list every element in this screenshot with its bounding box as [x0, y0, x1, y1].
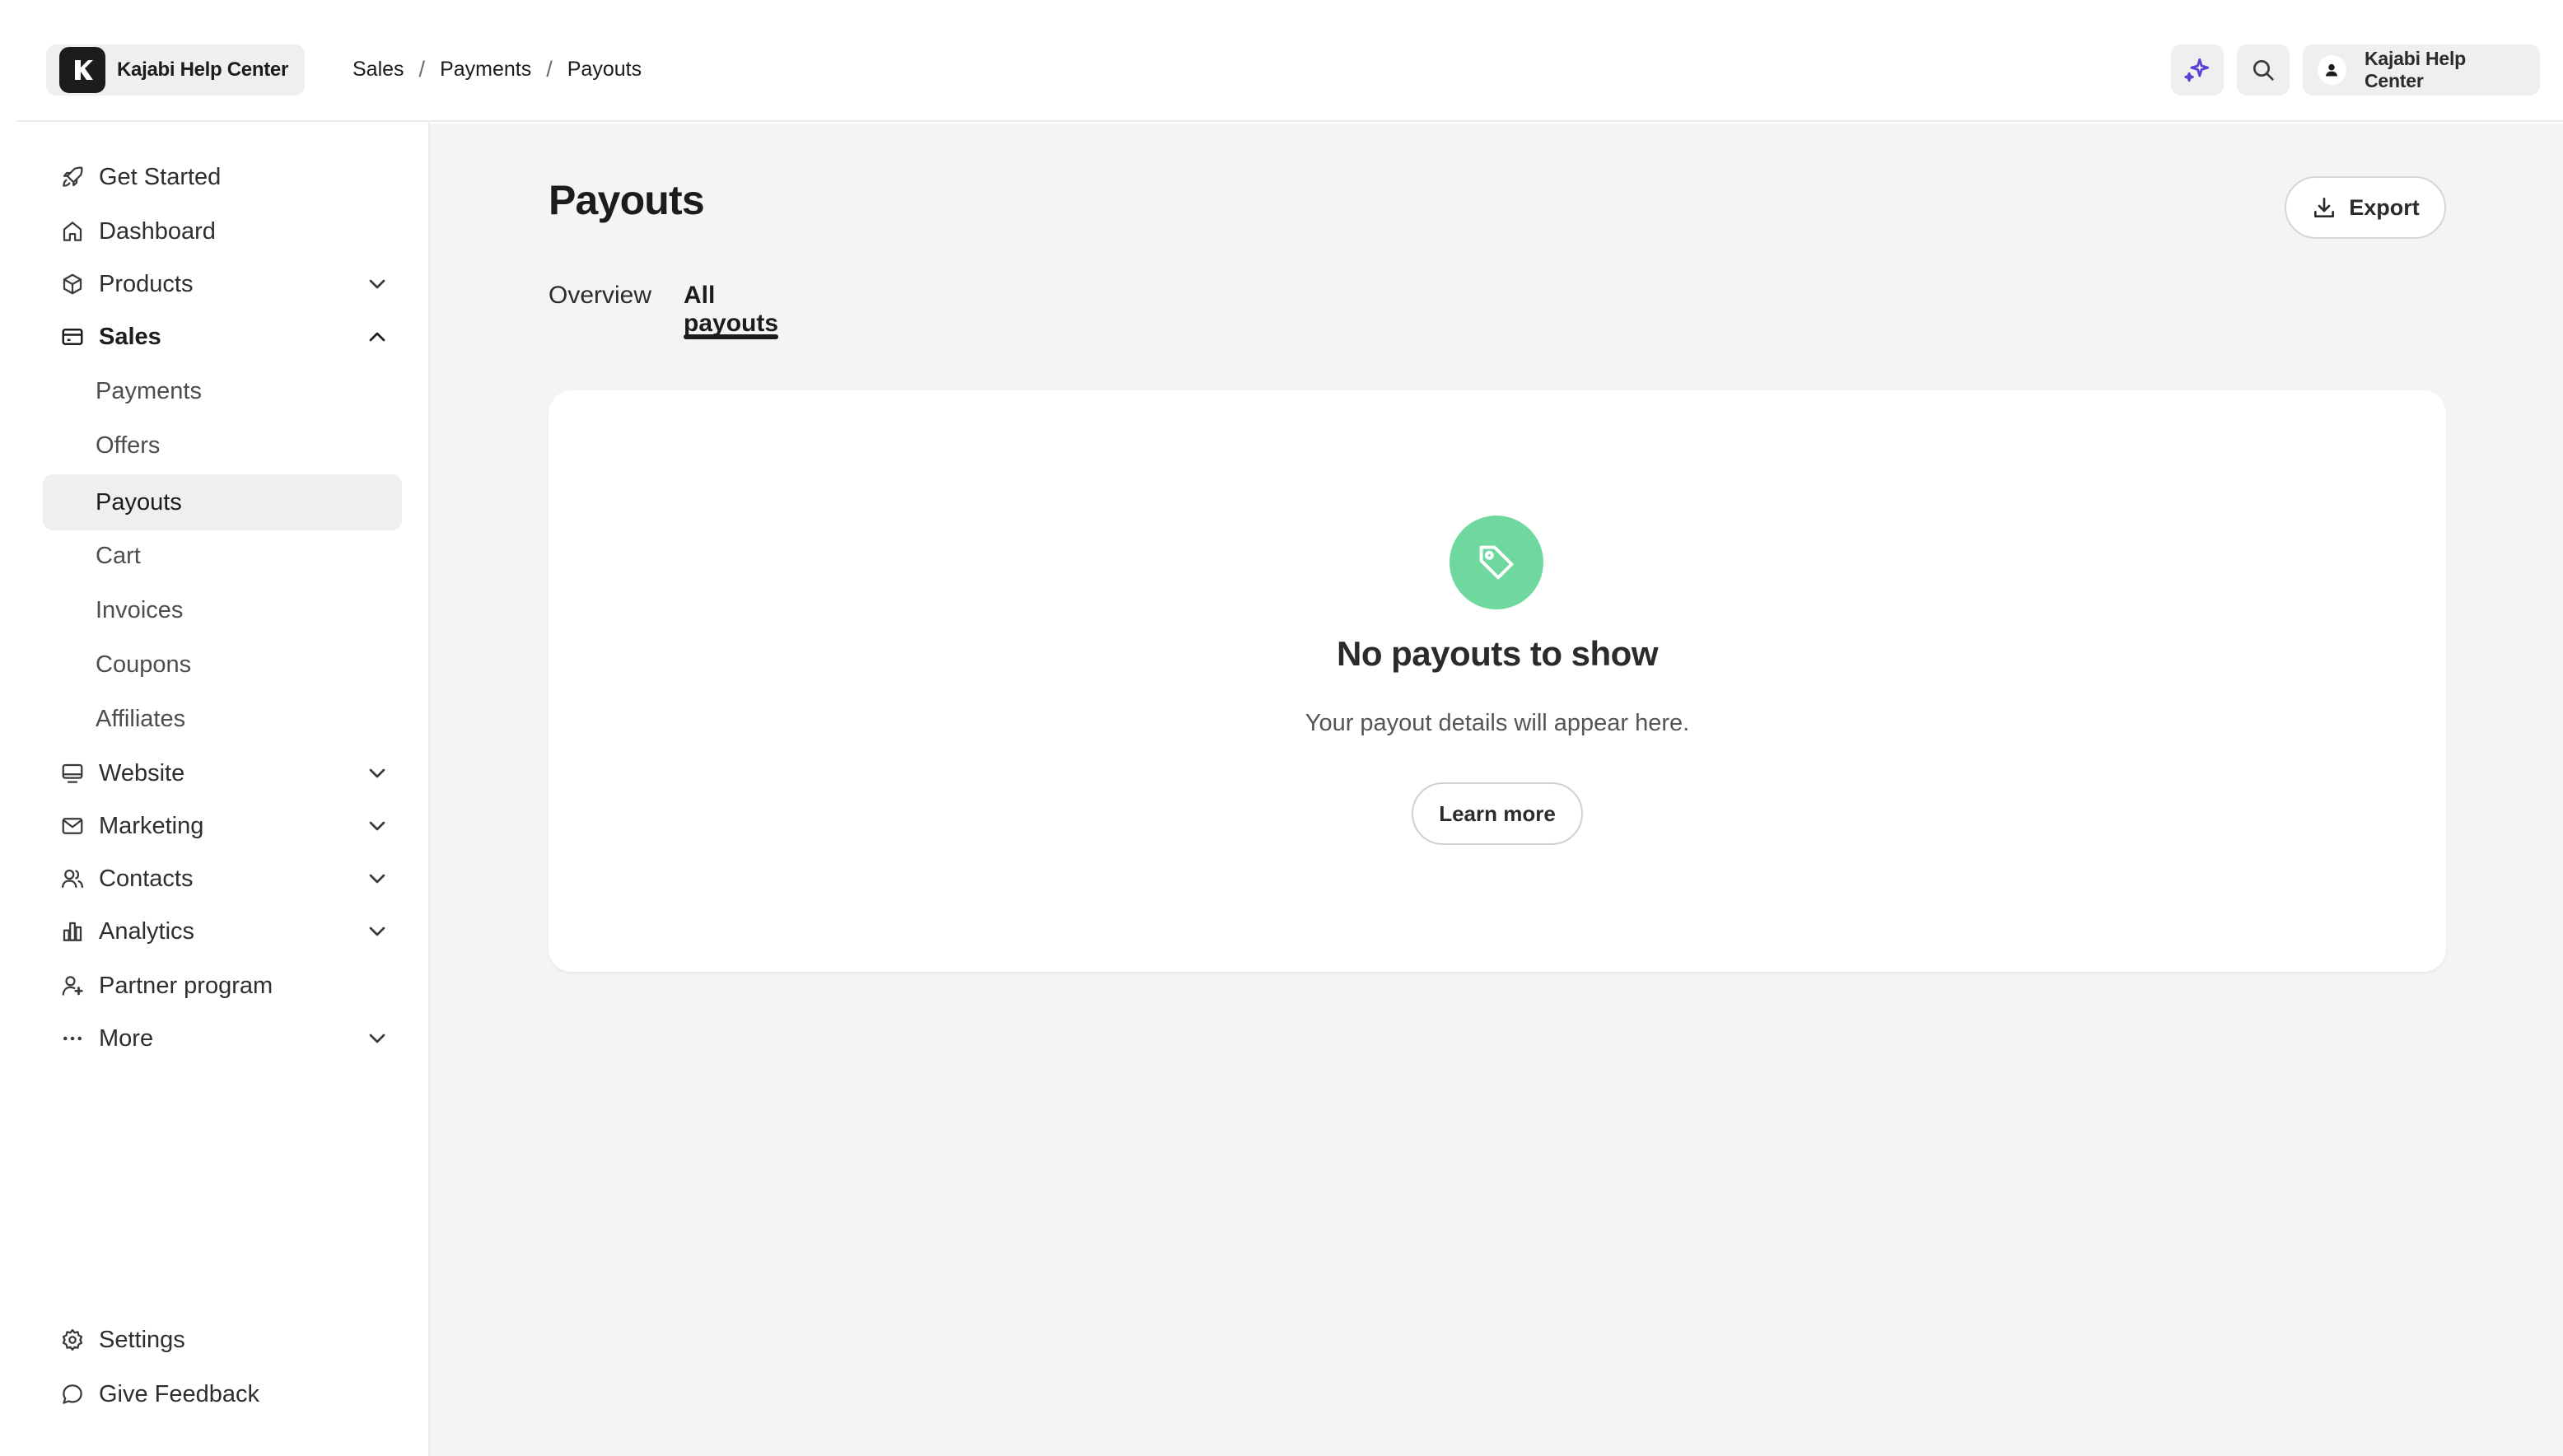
breadcrumb-payouts: Payouts: [567, 57, 642, 81]
brand-switcher[interactable]: Kajabi Help Center: [46, 44, 305, 96]
chevron-down-icon[interactable]: [364, 760, 390, 786]
chevron-down-icon[interactable]: [364, 1025, 390, 1052]
breadcrumb-separator: /: [418, 56, 426, 82]
empty-state-title: No payouts to show: [1337, 634, 1659, 673]
search-button[interactable]: [2237, 44, 2290, 96]
sidebar-item-label: Offers: [96, 432, 161, 459]
sidebar-item-label: Get Started: [99, 163, 222, 190]
brand-name: Kajabi Help Center: [117, 58, 288, 81]
top-header: Kajabi Help Center Sales / Payments / Pa…: [16, 0, 2563, 122]
empty-state-icon-circle: [1450, 516, 1543, 609]
sidebar-item-label: More: [99, 1024, 154, 1052]
credit-card-icon: [59, 324, 86, 350]
sidebar-item-label: Website: [99, 759, 185, 786]
empty-state-card: No payouts to show Your payout details w…: [549, 390, 2446, 972]
breadcrumb-separator: /: [546, 56, 553, 82]
sidebar-item-settings[interactable]: Settings: [43, 1314, 402, 1365]
tag-icon: [1475, 541, 1518, 584]
account-name: Kajabi Help Center: [2364, 48, 2467, 91]
bar-chart-icon: [59, 918, 86, 945]
sidebar-item-label: Contacts: [99, 865, 194, 892]
sidebar-item-coupons[interactable]: Coupons: [43, 639, 402, 690]
sidebar-item-label: Marketing: [99, 812, 204, 839]
partner-icon: [59, 973, 86, 999]
sidebar-item-affiliates[interactable]: Affiliates: [43, 693, 402, 744]
sidebar-item-dashboard[interactable]: Dashboard: [43, 206, 402, 257]
download-icon: [2311, 194, 2337, 221]
tab-overview[interactable]: Overview: [549, 278, 651, 339]
page-title: Payouts: [549, 177, 705, 223]
empty-state-description: Your payout details will appear here.: [1305, 710, 1690, 736]
sidebar-item-sales[interactable]: Sales: [43, 311, 402, 362]
box-icon: [59, 271, 86, 297]
kajabi-logo-icon: [59, 47, 105, 93]
breadcrumb: Sales / Payments / Payouts: [352, 53, 642, 86]
sidebar-item-label: Partner program: [99, 972, 273, 999]
sidebar-item-label: Affiliates: [96, 705, 186, 732]
sidebar-item-website[interactable]: Website: [43, 748, 402, 799]
chevron-down-icon[interactable]: [364, 813, 390, 839]
sidebar-item-label: Dashboard: [99, 217, 216, 245]
sidebar-item-label: Settings: [99, 1326, 185, 1353]
sidebar-item-products[interactable]: Products: [43, 259, 402, 310]
sidebar-item-get-started[interactable]: Get Started: [43, 152, 402, 203]
rocket-icon: [59, 164, 86, 190]
account-menu-button[interactable]: Kajabi Help Center: [2303, 44, 2540, 96]
sidebar-item-give-feedback[interactable]: Give Feedback: [43, 1369, 402, 1420]
sidebar-item-label: Cart: [96, 542, 141, 569]
sidebar-item-label: Payments: [96, 377, 202, 404]
breadcrumb-payments[interactable]: Payments: [440, 58, 531, 82]
sparkles-icon: [2183, 56, 2211, 84]
sidebar: Get Started Dashboard Products Sales Pay…: [16, 122, 430, 1456]
chevron-down-icon[interactable]: [364, 271, 390, 297]
mail-icon: [59, 813, 86, 839]
breadcrumb-sales[interactable]: Sales: [352, 58, 404, 82]
sidebar-item-contacts[interactable]: Contacts: [43, 853, 402, 904]
gear-icon: [59, 1327, 86, 1353]
ai-assistant-button[interactable]: [2171, 44, 2224, 96]
sidebar-item-label: Coupons: [96, 651, 192, 678]
sidebar-item-label: Analytics: [99, 917, 195, 945]
sidebar-item-label: Give Feedback: [99, 1380, 260, 1407]
user-avatar-icon: [2318, 55, 2346, 85]
sidebar-item-more[interactable]: More: [43, 1013, 402, 1064]
sidebar-item-marketing[interactable]: Marketing: [43, 800, 402, 852]
ellipsis-icon: [59, 1025, 86, 1052]
export-button[interactable]: Export: [2285, 176, 2446, 239]
sidebar-item-partner-program[interactable]: Partner program: [43, 960, 402, 1011]
sidebar-item-offers[interactable]: Offers: [43, 420, 402, 471]
sidebar-item-label: Products: [99, 270, 194, 297]
chevron-up-icon[interactable]: [364, 324, 390, 350]
main-content: Payouts Export Overview All payouts No p…: [430, 124, 2563, 1456]
tab-all-payouts[interactable]: All payouts: [684, 278, 779, 339]
sidebar-item-label: Invoices: [96, 596, 184, 623]
sidebar-item-payouts[interactable]: Payouts: [43, 474, 402, 530]
chevron-down-icon[interactable]: [364, 918, 390, 945]
sidebar-item-analytics[interactable]: Analytics: [43, 906, 402, 957]
sidebar-item-cart[interactable]: Cart: [43, 530, 402, 581]
sidebar-item-payments[interactable]: Payments: [43, 366, 402, 417]
sidebar-item-label: Sales: [99, 323, 161, 350]
users-icon: [59, 866, 86, 892]
home-icon: [59, 218, 86, 245]
chevron-down-icon[interactable]: [364, 866, 390, 892]
chat-bubble-icon: [59, 1381, 86, 1407]
monitor-icon: [59, 760, 86, 786]
export-label: Export: [2349, 194, 2420, 220]
search-icon: [2250, 57, 2276, 83]
learn-more-button[interactable]: Learn more: [1412, 782, 1583, 845]
sidebar-item-label: Payouts: [96, 488, 182, 516]
sidebar-item-invoices[interactable]: Invoices: [43, 585, 402, 636]
